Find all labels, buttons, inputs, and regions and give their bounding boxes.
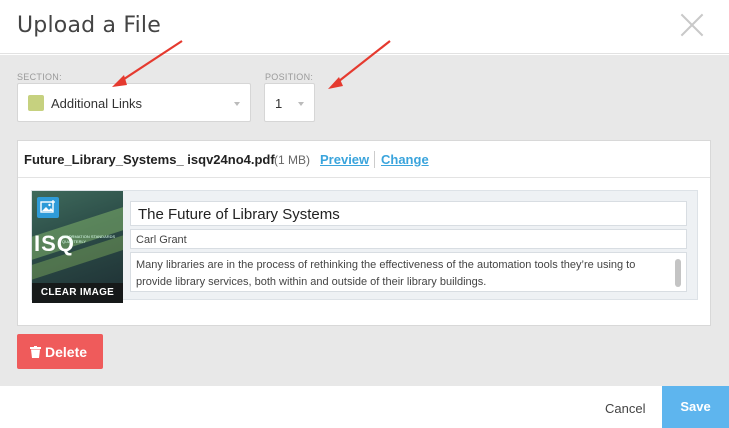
description-text: Many libraries are in the process of ret… [136, 259, 636, 288]
position-select[interactable]: 1 [264, 83, 315, 122]
file-card-header: Future_Library_Systems_ isqv24no4.pdf (1… [18, 141, 710, 178]
trash-icon [30, 346, 41, 358]
file-name: Future_Library_Systems_ isqv24no4.pdf [24, 152, 275, 167]
clear-image-button[interactable]: CLEAR IMAGE [32, 283, 123, 303]
section-color-swatch [28, 95, 44, 111]
image-icon[interactable] [37, 197, 59, 218]
change-link[interactable]: Change [381, 152, 429, 167]
delete-button[interactable]: Delete [17, 334, 103, 369]
cancel-button[interactable]: Cancel [605, 401, 645, 416]
description-scrollbar[interactable] [675, 259, 681, 287]
file-card: Future_Library_Systems_ isqv24no4.pdf (1… [17, 140, 711, 326]
modal-footer: Cancel Save [0, 386, 729, 428]
author-field[interactable]: Carl Grant [130, 229, 687, 249]
link-divider [374, 151, 375, 168]
thumbnail-subtitle: INFORMATION STANDARDS QUARTERLY [62, 234, 116, 244]
delete-button-label: Delete [45, 344, 88, 360]
section-select[interactable]: Additional Links [17, 83, 251, 122]
position-label: POSITION: [265, 72, 314, 82]
file-size: (1 MB) [274, 153, 310, 167]
description-field[interactable]: Many libraries are in the process of ret… [130, 252, 687, 292]
file-thumbnail: ISQ INFORMATION STANDARDS QUARTERLY CLEA… [32, 191, 123, 303]
preview-link[interactable]: Preview [320, 152, 369, 167]
section-label: SECTION: [17, 72, 62, 82]
modal-title: Upload a File [17, 13, 161, 38]
position-select-value: 1 [275, 96, 283, 111]
close-icon[interactable] [679, 12, 705, 38]
modal-body: SECTION: Additional Links POSITION: 1 Fu… [0, 55, 729, 386]
section-select-value: Additional Links [51, 96, 143, 111]
caret-down-icon [298, 102, 304, 106]
title-field[interactable]: The Future of Library Systems [130, 201, 687, 226]
caret-down-icon [234, 102, 240, 106]
file-details-panel: ISQ INFORMATION STANDARDS QUARTERLY CLEA… [31, 190, 698, 303]
save-button[interactable]: Save [662, 386, 729, 428]
modal-header: Upload a File [0, 0, 729, 54]
upload-file-modal: Upload a File SECTION: Additional Links … [0, 0, 729, 428]
